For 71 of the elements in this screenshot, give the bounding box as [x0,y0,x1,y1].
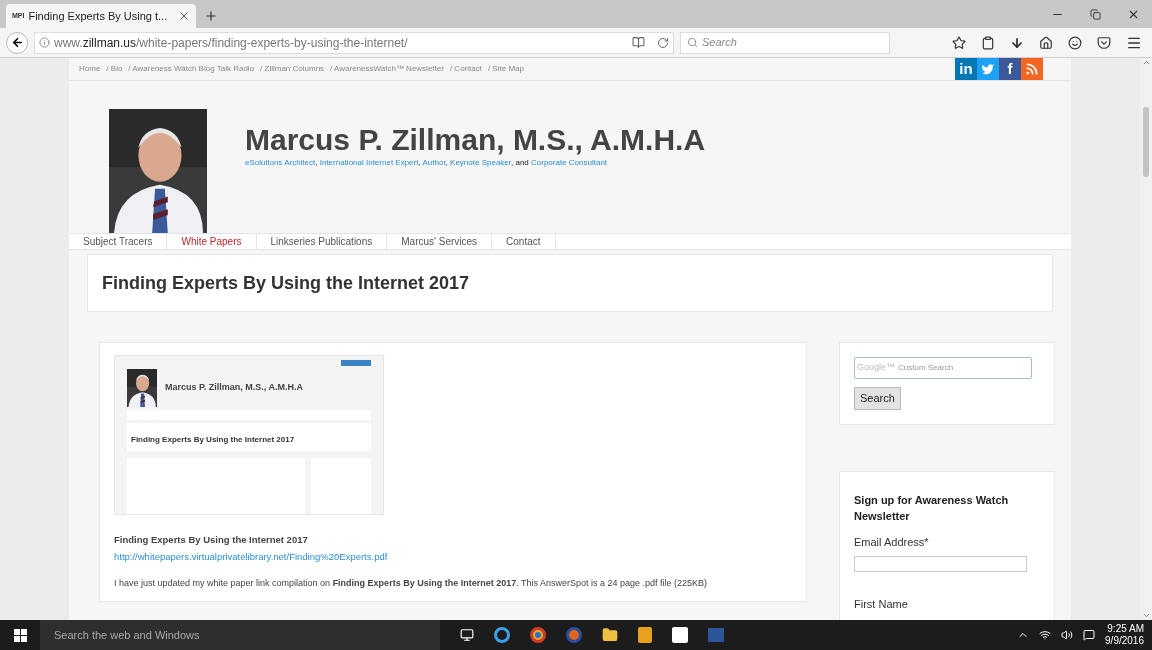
article-heading: Finding Experts By Using the Internet 2017 [114,533,309,547]
tab-title: Finding Experts By Using t... [28,8,169,24]
firefox-icon[interactable] [566,627,582,643]
back-arrow-icon [10,36,24,49]
tagline-link[interactable]: Author [422,158,446,167]
clipboard-icon[interactable] [981,35,995,50]
custom-search-field[interactable]: Google™ Custom Search [854,357,1032,379]
taskbar-search-field[interactable]: Search the web and Windows [40,620,440,650]
bird-icon[interactable] [977,58,999,80]
breadcrumb-link[interactable]: / Zillman Columns [260,63,325,75]
home-icon[interactable] [1039,35,1053,50]
search-placeholder: Search [702,35,737,51]
back-button[interactable] [6,31,28,54]
thumbnail-title: Marcus P. Zillman, M.S., A.M.H.A [165,381,304,395]
chrome-icon[interactable] [530,627,546,643]
url: www.zillman.us/white-papers/finding-experts-by-using-the-internet/ [54,34,409,52]
scroll-up-icon[interactable] [1141,58,1151,67]
nav-tab[interactable]: Subject Tracers [69,234,168,249]
breadcrumb-link[interactable]: / Bio [106,63,123,75]
star-icon[interactable] [952,35,966,50]
tagline-link[interactable]: Keynote Speaker [450,158,511,167]
tagline-link[interactable]: Corporate Consultant [531,158,608,167]
social-bar [341,360,371,366]
folder-icon[interactable] [602,627,618,643]
close-icon[interactable] [178,10,190,22]
breadcrumb-link[interactable]: / Awareness Watch Blog Talk Radio [128,63,255,75]
book-icon[interactable] [632,36,645,49]
site-title: Marcus P. Zillman, M.S., A.M.H.A [245,125,706,155]
scrollbar[interactable] [1140,58,1152,620]
search-placeholder: Custom Search [898,362,954,374]
pdf-link[interactable]: http://whitepapers.virtualprivatelibrary.net/Finding%20Experts.pdf [114,550,792,565]
reload-icon[interactable] [657,36,669,49]
taskbar-search-placeholder: Search the web and Windows [54,627,200,643]
nav-tab[interactable]: White Papers [167,234,257,249]
breadcrumb-link[interactable]: Home [79,63,101,75]
tagline: eSolutions Architect, International Internet Expert, Author, Keynote Speaker, and Corporate Consultant [245,157,609,169]
email-field[interactable] [854,556,1027,572]
clock-time: 9:25 AM [1107,623,1144,635]
article-paragraph: I have just updated my white paper link compilation on Finding Experts By Using the Internet 2017. This AnswerSpot is a 24 page .pdf file (225KB) [114,576,709,590]
search-field[interactable]: Search [680,31,890,54]
scroll-down-icon[interactable] [1141,611,1151,620]
search-button[interactable]: Search [854,387,901,410]
email-label: Email Address* [854,534,930,550]
thumbnail-heading: Finding Experts By Using the Internet 2017 [131,435,295,444]
newsletter-title: Sign up for Awareness Watch Newsletter [854,492,1010,524]
info-icon[interactable] [39,37,50,48]
page-title: Finding Experts By Using the Internet 2017 [102,271,470,295]
facebook-link[interactable]: f [999,58,1021,80]
task-view-icon[interactable] [460,628,474,642]
breadcrumb-link[interactable]: / Site Map [487,63,524,75]
google-label: Google™ [857,361,896,375]
nav-tab[interactable]: Marcus' Services [387,234,493,249]
smiley-icon[interactable] [1068,35,1082,50]
network-icon[interactable] [1039,629,1052,641]
clock-date: 9/9/2016 [1105,635,1144,647]
pocket-icon[interactable] [1097,35,1111,50]
first-name-label: First Name [854,597,909,612]
rss-icon[interactable] [1021,58,1043,80]
edge-icon[interactable] [494,627,510,643]
nav-tab[interactable]: Linkseries Publications [256,234,388,249]
breadcrumb-link[interactable]: / Contact [449,63,482,75]
notification-icon[interactable] [1083,629,1096,641]
nav-tab[interactable]: Contact [492,234,556,249]
search-icon [687,37,698,48]
linkedin-link[interactable]: in [955,58,977,80]
volume-icon[interactable] [1061,629,1074,641]
download-icon[interactable] [1010,35,1024,50]
restore-icon[interactable] [1090,8,1101,20]
breadcrumb-link[interactable]: / AwarenessWatch™ Newsletter [330,63,444,75]
new-tab-icon[interactable] [204,9,218,23]
address-bar[interactable]: www.zillman.us/white-papers/finding-experts-by-using-the-internet/ [34,31,674,54]
